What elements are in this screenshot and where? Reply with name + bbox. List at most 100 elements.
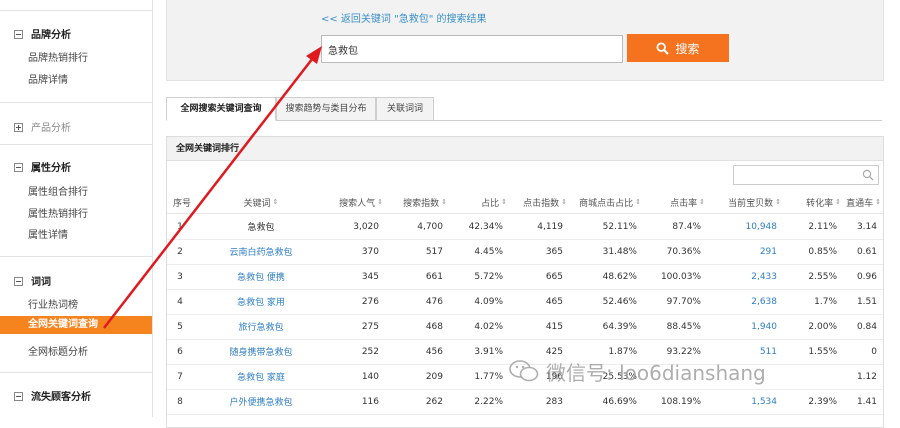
table-cell: 3.91% [474, 346, 503, 357]
sidebar-item-attr-combo[interactable]: 属性组合排行 [28, 183, 88, 198]
table-cell: 3,020 [353, 221, 379, 232]
keyword-link[interactable]: 旅行急救包 [197, 314, 325, 339]
table-cell: 1.7% [814, 296, 837, 307]
header-label: 点击指数 [523, 198, 560, 209]
search-button[interactable]: 搜索 [627, 34, 729, 62]
sidebar-item-brand-detail[interactable]: 品牌详情 [28, 71, 68, 86]
watermark-text: 微信号: loo6dianshang [546, 360, 766, 385]
table-cell[interactable]: 291 [705, 239, 777, 264]
divider [0, 372, 152, 373]
header-label: 占比 [481, 198, 500, 209]
sidebar-item-keyword-query[interactable]: 全网关键词查询 [0, 316, 152, 334]
table-cell: 370 [361, 246, 379, 257]
table-cell [781, 364, 837, 389]
header-col-click-rate[interactable]: 点击率 ⇕ [641, 191, 705, 213]
sort-icon: ⇕ [272, 198, 279, 206]
table-cell: 0.61 [856, 246, 877, 257]
sidebar-section-product[interactable]: 产品分析 [14, 119, 71, 134]
table-cell: 7 [177, 371, 183, 382]
table-header: 序号 关键词 ⇕ 搜索人气 ⇕ 搜索指数 ⇕ 占比 ⇕ 点击指数 ⇕ 商城点击占比 ⇕ 点击率 ⇕ 当前宝贝数… [167, 191, 883, 214]
table-cell: 97.70% [666, 296, 701, 307]
table-cell: 8 [177, 396, 183, 407]
tab-trend-category[interactable]: 搜索趋势与类目分布 [276, 97, 376, 121]
table-cell: 275 [361, 321, 379, 332]
table-cell: 64.39% [602, 321, 637, 332]
table-cell: 100.03% [660, 271, 701, 282]
keyword-link: 急救包 [247, 223, 275, 233]
table-cell: 456 [425, 346, 443, 357]
search-icon [656, 41, 670, 55]
sidebar-item-title-analysis[interactable]: 全网标题分析 [28, 343, 88, 358]
sidebar-item-brand-ranking[interactable]: 品牌热销排行 [28, 49, 88, 64]
header-col-mall-click-share[interactable]: 商城点击占比 ⇕ [567, 191, 641, 213]
table-cell: 283 [545, 396, 563, 407]
table-cell: 2.39% [808, 396, 837, 407]
header-label: 搜索人气 [339, 198, 376, 209]
table-row: 3 急救包 便携 345 661 5.72% 665 48.62% 100.03% 2,433 2… [167, 264, 883, 290]
header-col-ztc[interactable]: 直通车 ⇕ [841, 191, 881, 213]
table-cell: 116 [361, 396, 379, 407]
header-label: 关键词 [243, 198, 271, 209]
header-label: 搜索指数 [403, 198, 440, 209]
sidebar-section-attribute[interactable]: 属性分析 [14, 159, 71, 174]
header-col-index: 序号 [167, 191, 197, 213]
table-cell[interactable]: 10,948 [705, 214, 778, 239]
table-cell[interactable]: 1,940 [705, 314, 777, 339]
table-cell[interactable]: 2,638 [705, 289, 777, 314]
sidebar-section-brand[interactable]: 品牌分析 [14, 26, 71, 41]
header-label: 转化率 [806, 198, 834, 209]
table-cell: 276 [361, 296, 379, 307]
divider [0, 256, 152, 257]
watermark: 微信号: loo6dianshang [508, 356, 766, 386]
search-input[interactable] [321, 35, 623, 63]
header-label: 当前宝贝数 [728, 198, 774, 209]
table-cell: 4.45% [474, 246, 503, 257]
table-cell: 517 [425, 246, 443, 257]
sidebar: 品牌分析 品牌热销排行 品牌详情 产品分析 属性分析 属性组合排行 属性热销排行… [0, 0, 153, 417]
table-cell: 468 [425, 321, 443, 332]
back-link[interactable]: << 返回关键词 "急救包" 的搜索结果 [321, 10, 487, 25]
table-cell: 2 [177, 246, 183, 257]
keyword-link[interactable]: 急救包 家用 [197, 289, 325, 314]
sidebar-item-attr-ranking[interactable]: 属性热销排行 [28, 205, 88, 220]
table-cell[interactable]: 2,433 [705, 264, 777, 289]
table-row: 8 户外便携急救包 116 262 2.22% 283 46.69% 108.19% 1,534… [167, 389, 883, 415]
table-cell: 262 [425, 396, 443, 407]
header-col-item-count[interactable]: 当前宝贝数 ⇕ [705, 191, 781, 213]
table-cell: 209 [425, 371, 443, 382]
sidebar-item-hot-words[interactable]: 行业热词榜 [28, 296, 78, 311]
table-cell: 0.84 [856, 321, 877, 332]
table-cell: 1.12 [856, 371, 877, 382]
header-col-share[interactable]: 占比 ⇕ [447, 191, 507, 213]
header-col-click-index[interactable]: 点击指数 ⇕ [507, 191, 567, 213]
sidebar-section-lost-customers[interactable]: 流失顾客分析 [14, 388, 91, 403]
table-cell: 48.62% [602, 271, 637, 282]
table-row: 1 急救包 3,020 4,700 42.34% 4,119 52.11% 87.4% 10,9… [167, 214, 883, 240]
table-cell: 4 [177, 296, 183, 307]
table-cell: 1.77% [474, 371, 503, 382]
tab-keyword-query[interactable]: 全网搜索关键词查询 [166, 97, 276, 121]
header-col-search-popularity[interactable]: 搜索人气 ⇕ [325, 191, 383, 213]
tab-related-words[interactable]: 关联词词 [376, 97, 434, 121]
keyword-link[interactable]: 云南白药急救包 [197, 239, 325, 264]
table-cell: 4,119 [537, 221, 563, 232]
keyword-link[interactable]: 急救包 家庭 [197, 364, 325, 389]
header-col-conversion-rate[interactable]: 转化率 ⇕ [781, 191, 841, 213]
keyword-link[interactable]: 户外便携急救包 [197, 389, 325, 414]
sort-icon: ⇕ [875, 198, 881, 206]
header-label: 点击率 [670, 198, 698, 209]
table-cell: 3.14 [856, 221, 877, 232]
header-col-search-index[interactable]: 搜索指数 ⇕ [383, 191, 447, 213]
keyword-link[interactable]: 随身携带急救包 [197, 339, 325, 364]
keyword-link[interactable]: 急救包 便携 [197, 264, 325, 289]
table-cell[interactable]: 1,534 [705, 389, 777, 414]
filter-input[interactable] [733, 165, 879, 185]
table-cell: 476 [425, 296, 443, 307]
table-row: 2 云南白药急救包 370 517 4.45% 365 31.48% 70.36% 291 0.8… [167, 239, 883, 265]
table-cell: 108.19% [660, 396, 701, 407]
wechat-icon [509, 360, 539, 382]
sidebar-item-attr-detail[interactable]: 属性详情 [28, 226, 68, 241]
table-cell: 665 [545, 271, 563, 282]
table-cell: 0.85% [808, 246, 837, 257]
sidebar-section-keywords[interactable]: 词词 [14, 273, 51, 288]
